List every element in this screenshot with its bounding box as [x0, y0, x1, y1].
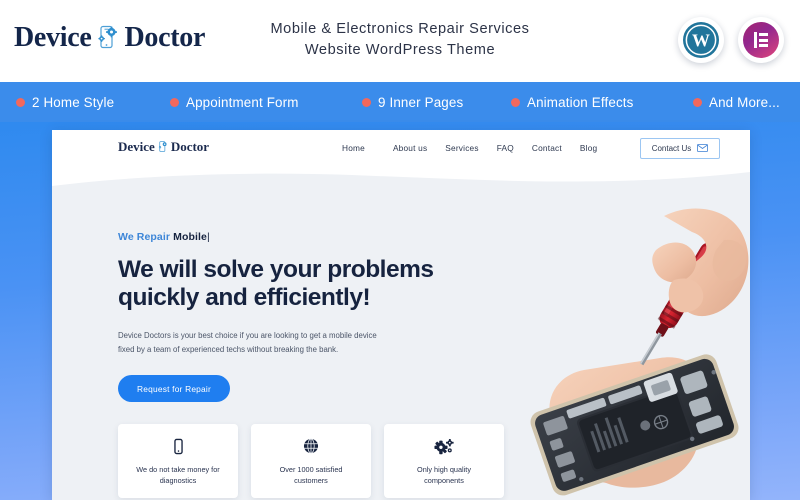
card-line-2: components — [424, 476, 464, 485]
nav-label: Home — [342, 143, 365, 153]
site-menu: Home About us Services FAQ Contact Blog — [342, 143, 597, 153]
phone-gear-icon — [156, 140, 170, 154]
feature-label: 2 Home Style — [32, 94, 115, 110]
bullet-dot-icon — [362, 97, 371, 107]
feature-label: And More... — [709, 94, 780, 110]
hero-headline-line-2: quickly and efficiently! — [118, 284, 371, 311]
nav-item-blog[interactable]: Blog — [580, 143, 597, 153]
nav-label: Services — [445, 143, 479, 153]
elementor-badge[interactable] — [738, 17, 784, 63]
elementor-glyph — [753, 32, 769, 48]
elementor-icon — [743, 22, 779, 58]
typing-caret: | — [206, 231, 210, 243]
globe-icon — [302, 435, 320, 457]
envelope-icon — [697, 143, 709, 154]
card-line-1: Only high quality — [417, 465, 471, 474]
brand-logo-left: Device — [14, 22, 92, 53]
feature-label: Animation Effects — [527, 94, 634, 110]
bullet-dot-icon — [170, 97, 179, 107]
feature-item-home-style: 2 Home Style — [16, 95, 114, 110]
card-line-2: customers — [294, 476, 328, 485]
feature-item-appointment-form: Appointment Form — [170, 95, 299, 110]
nav-label: Blog — [579, 143, 598, 153]
site-logo-left: Device — [118, 139, 155, 154]
nav-label: FAQ — [496, 143, 514, 153]
promo-stage: Device Doctor Home About us Services FAQ… — [0, 122, 800, 500]
contact-us-button[interactable]: Contact Us — [640, 138, 720, 159]
hero-description-line-2: fixed by a team of experienced techs wit… — [118, 345, 339, 354]
hero-headline-line-1: We will solve your problems — [118, 256, 434, 283]
feature-card-text: Only high quality components — [417, 464, 471, 486]
card-line-1: We do not take money for — [136, 465, 220, 474]
mobile-phone-icon — [170, 435, 187, 457]
nav-item-home[interactable]: Home — [342, 143, 375, 153]
brand-logo-right: Doctor — [124, 22, 206, 53]
feature-strip: 2 Home Style Appointment Form 9 Inner Pa… — [0, 82, 800, 122]
card-line-1: Over 1000 satisfied — [279, 465, 343, 474]
bullet-dot-icon — [693, 97, 702, 107]
cta-label: Request for Repair — [137, 383, 211, 394]
hero-description: Device Doctors is your best choice if yo… — [118, 329, 386, 357]
website-preview: Device Doctor Home About us Services FAQ… — [52, 130, 750, 500]
hero-photo — [488, 206, 750, 500]
feature-item-animation-effects: Animation Effects — [511, 95, 634, 110]
brand-logo: Device Doctor — [14, 22, 205, 54]
feature-card-text: We do not take money for diagnostics — [136, 464, 219, 486]
site-logo[interactable]: Device Doctor — [118, 139, 209, 155]
hero-content: We Repair Mobile| We will solve your pro… — [118, 230, 448, 402]
site-navbar: Device Doctor Home About us Services FAQ… — [52, 130, 750, 168]
card-line-2: diagnostics — [159, 476, 197, 485]
nav-item-about-us[interactable]: About us — [393, 143, 427, 153]
screenshot-root: Device Doctor Mobile & Electronics Repai… — [0, 0, 800, 500]
hero-section: We Repair Mobile| We will solve your pro… — [52, 168, 750, 500]
feature-card-diagnostics[interactable]: We do not take money for diagnostics — [118, 424, 238, 498]
hero-eyebrow-typed: Mobile — [173, 231, 207, 243]
gears-icon — [434, 435, 454, 457]
site-logo-right: Doctor — [170, 139, 210, 154]
contact-us-label: Contact Us — [651, 144, 692, 153]
wordpress-icon: W — [683, 22, 719, 58]
bullet-dot-icon — [16, 97, 25, 107]
hero-eyebrow: We Repair Mobile| — [118, 230, 448, 244]
hero-eyebrow-static: We Repair — [118, 231, 171, 243]
nav-label: About us — [392, 143, 428, 153]
feature-label: 9 Inner Pages — [378, 94, 464, 110]
request-for-repair-button[interactable]: Request for Repair — [118, 375, 230, 402]
nav-item-services[interactable]: Services — [445, 143, 478, 153]
nav-item-contact[interactable]: Contact — [532, 143, 562, 153]
feature-cards: We do not take money for diagnostics Ove… — [118, 424, 504, 498]
feature-card-text: Over 1000 satisfied customers — [280, 464, 343, 486]
bullet-dot-icon — [511, 97, 520, 107]
platform-badges: W — [678, 17, 784, 63]
feature-card-customers[interactable]: Over 1000 satisfied customers — [251, 424, 371, 498]
nav-label: Contact — [531, 143, 562, 153]
hero-wave-divider — [52, 168, 750, 186]
hero-description-line-1: Device Doctors is your best choice if yo… — [118, 331, 377, 340]
svg-text:W: W — [692, 31, 710, 51]
promo-header: Device Doctor Mobile & Electronics Repai… — [0, 0, 800, 82]
hero-headline: We will solve your problems quickly and … — [118, 256, 448, 312]
feature-label: Appointment Form — [186, 94, 299, 110]
feature-item-and-more: And More... — [693, 95, 780, 110]
feature-card-components[interactable]: Only high quality components — [384, 424, 504, 498]
phone-gear-icon — [93, 23, 123, 53]
nav-item-faq[interactable]: FAQ — [497, 143, 514, 153]
feature-item-inner-pages: 9 Inner Pages — [362, 95, 463, 110]
wordpress-badge[interactable]: W — [678, 17, 724, 63]
